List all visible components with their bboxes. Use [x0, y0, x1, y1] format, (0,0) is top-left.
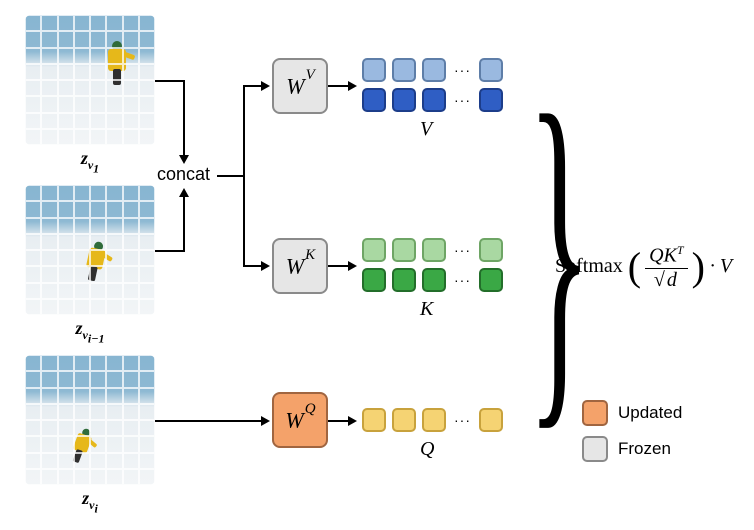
token-q: [422, 408, 446, 432]
ellipsis-icon: ···: [452, 92, 473, 108]
label-zv1: zv1: [25, 148, 155, 176]
arrow-wk-out: [328, 265, 350, 267]
token-q: [392, 408, 416, 432]
arrow-concat-right: [217, 175, 245, 177]
arrowhead-wq-out: [348, 416, 357, 426]
arrowhead-wv: [261, 81, 270, 91]
box-wv: WV: [272, 58, 328, 114]
arrow-zvim1-up: [183, 195, 185, 252]
arrow-zv1-right: [155, 80, 185, 82]
token-v-light: [422, 58, 446, 82]
label-q: Q: [420, 438, 434, 461]
token-v-dark: [392, 88, 416, 112]
arrow-zv1-down: [183, 80, 185, 157]
tokens-v: ··· ···: [362, 58, 503, 118]
legend-label-updated: Updated: [618, 403, 682, 423]
label-zvim1: zvi−1: [25, 318, 155, 346]
label-zvi: zvi: [25, 488, 155, 516]
ellipsis-icon: ···: [452, 62, 473, 78]
arrowhead-wk: [261, 261, 270, 271]
arrowhead-zv1: [179, 155, 189, 164]
arrow-wv-out: [328, 85, 350, 87]
frame-zv1: [25, 15, 155, 145]
token-k-light: [392, 238, 416, 262]
label-k: K: [420, 298, 433, 321]
tokens-q: ···: [362, 408, 503, 438]
token-k-light: [422, 238, 446, 262]
tokens-k: ··· ···: [362, 238, 503, 298]
token-k-dark: [422, 268, 446, 292]
token-v-light: [479, 58, 503, 82]
frame-zvi: [25, 355, 155, 485]
arrow-branch-vert: [243, 85, 245, 267]
arrowhead-wq: [261, 416, 270, 426]
concat-label: concat: [157, 164, 210, 185]
token-k-dark: [362, 268, 386, 292]
box-wq: WQ: [272, 392, 328, 448]
token-k-dark: [479, 268, 503, 292]
token-v-light: [392, 58, 416, 82]
token-k-dark: [392, 268, 416, 292]
token-k-light: [362, 238, 386, 262]
frame-zvim1: [25, 185, 155, 315]
attention-formula: Softmax (QKT√d) · V: [555, 235, 732, 292]
legend-label-frozen: Frozen: [618, 439, 671, 459]
arrow-zvi-right: [155, 420, 263, 422]
arrowhead-wk-out: [348, 261, 357, 271]
box-wk: WK: [272, 238, 328, 294]
legend-swatch-frozen: [582, 436, 608, 462]
ellipsis-icon: ···: [452, 272, 473, 288]
arrowhead-wv-out: [348, 81, 357, 91]
arrowhead-zvim1: [179, 188, 189, 197]
legend-updated: Updated: [582, 400, 682, 426]
legend-swatch-updated: [582, 400, 608, 426]
token-k-light: [479, 238, 503, 262]
token-v-light: [362, 58, 386, 82]
token-v-dark: [362, 88, 386, 112]
ellipsis-icon: ···: [452, 412, 473, 428]
legend-frozen: Frozen: [582, 436, 671, 462]
arrow-zvim1-right: [155, 250, 185, 252]
label-v: V: [420, 118, 432, 141]
ellipsis-icon: ···: [452, 242, 473, 258]
token-q: [362, 408, 386, 432]
arrow-wq-out: [328, 420, 350, 422]
token-v-dark: [479, 88, 503, 112]
token-q: [479, 408, 503, 432]
token-v-dark: [422, 88, 446, 112]
